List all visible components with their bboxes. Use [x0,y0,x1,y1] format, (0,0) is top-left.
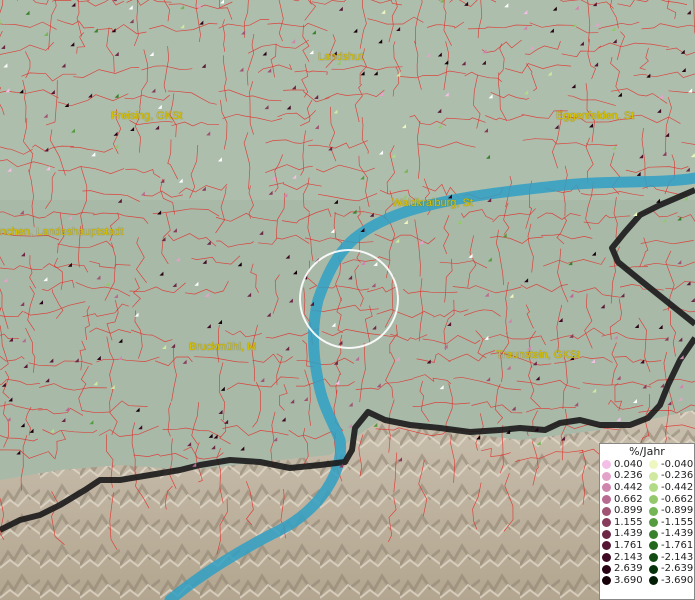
legend-value: 0.236 [614,470,643,482]
legend-value: -0.899 [661,505,694,517]
legend-entry-negative: -1.761 [647,539,694,551]
legend-entry-positive: 2.639 [600,564,647,574]
legend-entry-negative: -2.639 [647,564,694,574]
legend-row: 3.690 -3.690 [600,575,694,587]
legend-value: 1.155 [614,516,643,528]
legend-value: 0.040 [614,458,643,470]
legend-entry-positive: 0.899 [600,506,647,516]
legend-swatch [649,506,658,516]
legend-row: 2.639 -2.639 [600,563,694,575]
legend-swatch [649,518,658,528]
legend-swatch [602,529,611,539]
legend-value: 3.690 [614,574,643,586]
legend-swatch [649,576,658,586]
legend-row: 0.899 -0.899 [600,505,694,517]
legend-value: -3.690 [661,574,694,586]
legend-value: -0.040 [661,458,694,470]
place-label-bruckmuehl: Bruckmühl, M [189,341,257,353]
legend-value: 1.761 [614,539,643,551]
place-label-freising: Freising, GKSt [111,110,183,122]
legend-swatch [602,483,611,493]
legend-value: -2.143 [661,551,694,563]
legend-swatch [602,518,611,528]
legend-entry-positive: 0.236 [600,471,647,481]
legend-value: -0.236 [661,470,694,482]
legend-entry-negative: -2.143 [647,551,694,563]
legend-entry-negative: -0.899 [647,506,694,516]
legend-swatch [602,471,611,481]
legend-swatch [602,495,611,505]
legend-value: -1.761 [661,539,694,551]
legend-swatch [602,541,611,551]
legend-value: 0.899 [614,505,643,517]
legend-row: 2.143 -2.143 [600,552,694,564]
legend-row: 0.662 -0.662 [600,494,694,506]
legend-value: -1.155 [661,516,694,528]
place-label-eggenfelden: Eggenfelden, St [556,110,635,122]
station-marker[interactable] [0,19,1,24]
legend-value: -0.442 [661,481,694,493]
legend-value: -2.639 [661,563,694,575]
legend: %/Jahr 0.040 -0.040 0.236 -0.236 0.442 -0.442… [599,443,695,600]
legend-value: 0.442 [614,481,643,493]
legend-swatch [649,471,658,481]
legend-entry-positive: 0.442 [600,481,647,493]
legend-row: 0.442 -0.442 [600,482,694,494]
legend-value: 2.639 [614,563,643,575]
legend-entry-negative: -3.690 [647,574,694,586]
place-label-muenchen: nchen, Landeshauptstadt [0,226,124,238]
legend-entry-negative: -0.662 [647,493,694,505]
legend-swatch [649,529,658,539]
map-canvas[interactable] [0,0,695,600]
place-label-traunstein: Traunstein, GKSt [496,349,580,361]
legend-swatch [602,460,611,470]
legend-entry-positive: 3.690 [600,574,647,586]
legend-swatch [649,495,658,505]
legend-row: 1.761 -1.761 [600,540,694,552]
legend-entry-negative: -0.442 [647,481,694,493]
legend-entry-positive: 1.155 [600,516,647,528]
legend-swatch [602,506,611,516]
legend-row: 1.439 -1.439 [600,529,694,541]
legend-value: -1.439 [661,528,694,540]
legend-value: -0.662 [661,493,694,505]
legend-swatch [649,564,658,574]
legend-title: %/Jahr [629,445,665,458]
legend-entry-negative: -1.155 [647,516,694,528]
legend-entry-positive: 1.439 [600,529,647,539]
place-label-waldkraiburg: Waldkraiburg, St [392,197,473,209]
legend-value: 0.662 [614,493,643,505]
legend-entry-negative: -0.040 [647,458,694,470]
legend-entry-negative: -0.236 [647,471,694,481]
place-label-landshut: Landshut [318,51,364,63]
legend-swatch [649,541,658,551]
legend-entry-negative: -1.439 [647,529,694,539]
legend-swatch [602,576,611,586]
legend-swatch [649,460,658,470]
legend-rows: 0.040 -0.040 0.236 -0.236 0.442 -0.442 0.662 -0… [600,459,694,587]
legend-swatch [602,564,611,574]
legend-swatch [602,553,611,563]
legend-entry-positive: 0.040 [600,458,647,470]
legend-entry-positive: 1.761 [600,539,647,551]
legend-entry-positive: 0.662 [600,493,647,505]
legend-row: 0.236 -0.236 [600,471,694,483]
legend-swatch [649,553,658,563]
legend-swatch [649,483,658,493]
legend-value: 1.439 [614,528,643,540]
legend-value: 2.143 [614,551,643,563]
legend-row: 0.040 -0.040 [600,459,694,471]
legend-entry-positive: 2.143 [600,551,647,563]
legend-row: 1.155 -1.155 [600,517,694,529]
